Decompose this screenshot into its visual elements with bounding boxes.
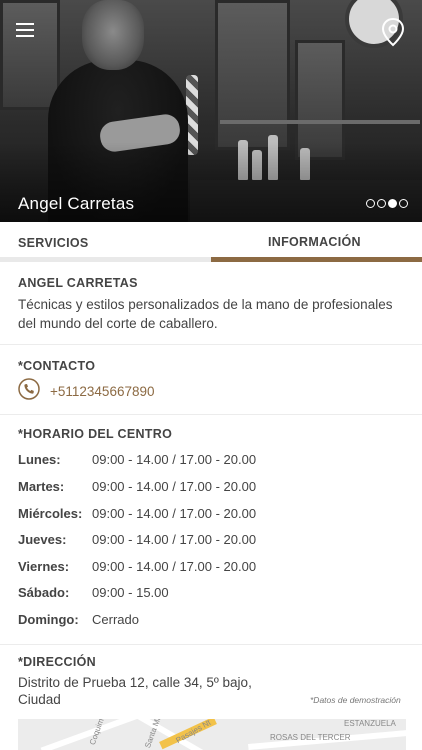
tab-label: INFORMACIÓN [268,235,361,249]
barber-head [82,0,144,70]
carousel-dot[interactable] [366,199,375,208]
schedule-hours: 09:00 - 14.00 / 17.00 - 20.00 [92,506,257,521]
background-shelf [220,120,420,124]
about-section: ANGEL CARRETAS Técnicas y estilos person… [0,262,422,345]
about-text: Técnicas y estilos personalizados de la … [18,297,393,331]
carousel-dots[interactable] [366,199,408,208]
address-title: *DIRECCIÓN [18,655,97,669]
schedule-day: Miércoles: [18,506,83,521]
schedule-day: Lunes: [18,452,61,467]
hero-image: Angel Carretas [0,0,422,222]
hero-title: Angel Carretas [18,194,135,213]
schedule-hours: 09:00 - 15.00 [92,585,169,600]
carousel-dot[interactable] [399,199,408,208]
schedule-hours: 09:00 - 14.00 / 17.00 - 20.00 [92,559,257,574]
background-mirror [0,0,60,110]
carousel-dot-active[interactable] [388,199,397,208]
schedule-hours: 09:00 - 14.00 / 17.00 - 20.00 [92,532,257,547]
phone-number-link[interactable]: +5112345667890 [50,384,155,399]
schedule-day: Domingo: [18,612,79,627]
tab-informacion[interactable]: INFORMACIÓN [211,222,422,262]
schedule-title: *HORARIO DEL CENTRO [18,427,173,441]
schedule-hours: 09:00 - 14.00 / 17.00 - 20.00 [92,452,257,467]
tab-bar: SERVICIOS INFORMACIÓN [0,222,422,262]
contact-section: *CONTACTO [0,345,422,415]
tab-label: SERVICIOS [18,236,89,250]
contact-title: *CONTACTO [18,359,96,373]
menu-icon[interactable] [16,20,38,40]
schedule-day: Jueves: [18,532,67,547]
schedule-hours: 09:00 - 14.00 / 17.00 - 20.00 [92,479,257,494]
carousel-dot[interactable] [377,199,386,208]
schedule-section: *HORARIO DEL CENTRO [0,415,422,645]
schedule-day: Sábado: [18,585,70,600]
address-text: Distrito de Prueba 12, calle 34, 5º bajo… [18,675,252,707]
background-mirror [215,0,290,150]
phone-icon[interactable] [18,378,40,400]
schedule-day: Martes: [18,479,65,494]
map-label: ESTANZUELA [344,719,396,728]
schedule-hours: Cerrado [92,612,139,627]
demo-data-note: *Datos de demostración [310,695,401,705]
schedule-day: Viernes: [18,559,70,574]
about-title: ANGEL CARRETAS [18,276,138,290]
tab-servicios[interactable]: SERVICIOS [0,222,211,262]
map-label: ROSAS DEL TERCER [270,733,351,742]
location-pin-icon[interactable] [380,17,406,47]
location-map[interactable]: Coquimbo Santa Ma Pasajes Nt ROSAS DEL T… [18,719,406,750]
